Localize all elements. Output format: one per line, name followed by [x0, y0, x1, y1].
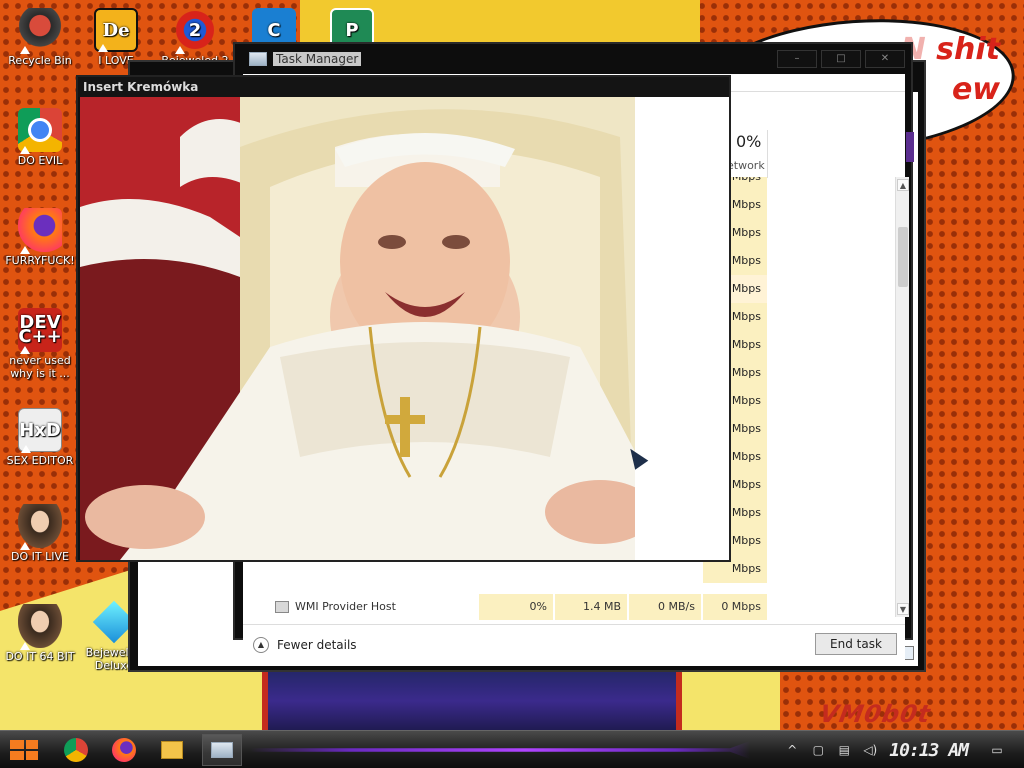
portrait-64-icon — [18, 604, 62, 650]
end-task-button[interactable]: End task — [815, 633, 897, 655]
desktop-icon-i-love[interactable]: De I LOVE — [78, 8, 154, 67]
process-name: WMI Provider Host — [295, 600, 396, 613]
network-icon[interactable]: ▤ — [837, 743, 851, 757]
notifications-icon[interactable]: ▭ — [990, 743, 1004, 757]
photo-viewer-title[interactable]: Insert Kremówka — [78, 77, 729, 97]
folder-icon — [161, 741, 183, 759]
process-cpu: 0% — [479, 594, 553, 620]
close-button[interactable]: ✕ — [865, 50, 905, 68]
minimize-button[interactable]: – — [777, 50, 817, 68]
chevron-up-icon[interactable]: ▲ — [253, 637, 269, 653]
network-usage-percent: 0% — [736, 132, 762, 151]
photo-image — [80, 97, 729, 560]
taskbar-accent-stripe — [250, 741, 750, 759]
task-manager-title: Task Manager — [273, 52, 362, 66]
network-column-header[interactable]: etwork — [727, 159, 765, 172]
scroll-up-arrow-icon[interactable]: ▲ — [897, 179, 909, 191]
photo-viewer-window[interactable]: Insert Kremówka — [76, 75, 731, 562]
chevron-up-icon[interactable]: ^ — [785, 743, 799, 757]
taskbar-file-explorer[interactable] — [152, 734, 192, 766]
column-separator — [767, 130, 768, 178]
desktop-icon-do-it-64-bit[interactable]: DO IT 64 BIT — [2, 604, 78, 663]
process-memory: 1.4 MB — [555, 594, 627, 620]
task-manager-icon — [211, 742, 233, 758]
taskbar-firefox[interactable] — [104, 734, 144, 766]
scroll-down-arrow-icon[interactable]: ▼ — [897, 603, 909, 615]
start-button[interactable] — [6, 734, 42, 766]
desktop-icon-do-evil[interactable]: DO EVIL — [2, 108, 78, 167]
system-tray: ^ ▢ ▤ ◁) 10:13 AM ▭ — [785, 731, 1024, 768]
window-controls: – □ ✕ — [777, 50, 905, 68]
desktop-icon-bejeweled-2[interactable]: 2 Bejeweled 2 — [157, 8, 233, 67]
taskbar-clock[interactable]: 10:13 AM — [889, 740, 969, 761]
firefox-icon — [18, 208, 62, 254]
accent-strip — [906, 132, 914, 162]
volume-icon[interactable]: ◁) — [863, 743, 877, 757]
table-row[interactable]: WMI Provider Host 0% 1.4 MB 0 MB/s 0 Mbp… — [243, 594, 891, 620]
wallpaper-center-art — [262, 672, 682, 730]
firefox-icon — [112, 738, 136, 762]
desktop-icon-furryfuck[interactable]: FURRYFUCK! — [2, 208, 78, 267]
start-logo-icon — [10, 740, 38, 760]
photo-canvas — [80, 97, 729, 560]
bejeweled-icon: 2 — [173, 8, 217, 54]
desktop-icon-sex-editor[interactable]: HxD SEX EDITOR — [2, 408, 78, 467]
portrait-icon — [18, 504, 62, 550]
maximize-button[interactable]: □ — [821, 50, 861, 68]
wallpaper-watermark: VM0b0t — [817, 700, 933, 728]
taskbar: ^ ▢ ▤ ◁) 10:13 AM ▭ — [0, 730, 1024, 768]
process-icon — [275, 601, 289, 613]
process-disk: 0 MB/s — [629, 594, 701, 620]
de-app-icon: De — [94, 8, 138, 52]
tablet-mode-icon[interactable]: ▢ — [811, 743, 825, 757]
chrome-icon — [64, 738, 88, 762]
devcpp-icon: DEV C++ — [18, 308, 62, 354]
desktop-icon-devcpp[interactable]: DEV C++ never used why is it ... — [2, 308, 78, 380]
taskbar-task-manager[interactable] — [202, 734, 242, 766]
recycle-bin-icon — [18, 8, 62, 54]
desktop-icon-recycle-bin[interactable]: Recycle Bin — [2, 8, 78, 67]
task-manager-icon — [249, 52, 267, 66]
chrome-icon — [18, 108, 62, 154]
vertical-scrollbar[interactable]: ▲ ▼ — [895, 177, 909, 617]
scrollbar-thumb[interactable] — [898, 227, 908, 287]
desktop-icon-do-it-live[interactable]: DO IT LIVE — [2, 504, 78, 563]
fewer-details-link[interactable]: Fewer details — [277, 638, 357, 652]
process-network: 0 Mbps — [703, 594, 767, 620]
hxd-icon: HxD — [18, 408, 62, 453]
taskbar-chrome[interactable] — [56, 734, 96, 766]
task-manager-footer: ▲ Fewer details End task — [243, 624, 905, 664]
